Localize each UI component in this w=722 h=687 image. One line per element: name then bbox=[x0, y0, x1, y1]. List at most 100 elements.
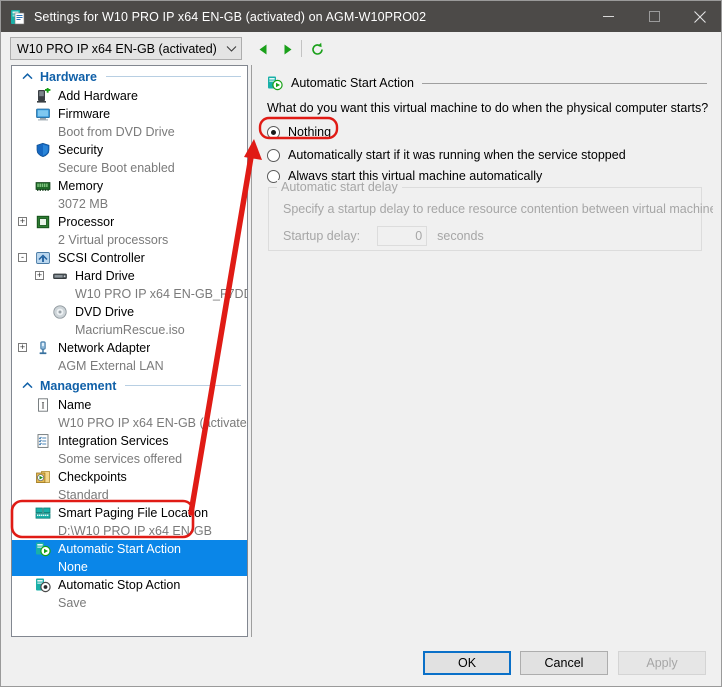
tree-item-subtitle: Save bbox=[58, 596, 87, 610]
minimize-button[interactable] bbox=[585, 1, 631, 32]
tree-item-add-hardware[interactable]: Add Hardware bbox=[12, 87, 247, 105]
tree-item-subtitle: W10 PRO IP x64 EN-GB_F7DD... bbox=[75, 287, 247, 301]
close-button[interactable] bbox=[677, 1, 721, 32]
tree-item-scsi-controller[interactable]: - SCSI Controller bbox=[12, 249, 247, 267]
processor-icon bbox=[35, 214, 51, 230]
tree-item-automatic-start-action[interactable]: Automatic Start Action None bbox=[12, 540, 247, 576]
auto-start-icon bbox=[267, 75, 283, 91]
group-legend: Automatic start delay bbox=[277, 180, 402, 194]
startup-delay-row: Startup delay: 0 seconds bbox=[283, 226, 484, 246]
pane-title-rule bbox=[421, 82, 707, 84]
nav-back-button[interactable] bbox=[253, 39, 273, 59]
toolbar: W10 PRO IP x64 EN-GB (activated) bbox=[1, 32, 721, 65]
delay-description: Specify a startup delay to reduce resour… bbox=[283, 202, 713, 216]
svg-text:I: I bbox=[42, 400, 45, 410]
radio-option-nothing[interactable]: Nothing bbox=[267, 123, 331, 141]
section-header-hardware[interactable]: Hardware bbox=[12, 66, 247, 87]
tree-item-label: Name bbox=[58, 398, 92, 412]
question-label: What do you want this virtual machine to… bbox=[267, 101, 709, 115]
nav-forward-button[interactable] bbox=[277, 39, 297, 59]
hyperv-settings-icon bbox=[10, 9, 26, 25]
tree-item-automatic-stop-action[interactable]: Automatic Stop Action Save bbox=[12, 576, 247, 612]
tree-item-subtitle: None bbox=[58, 560, 88, 574]
tree-item-smart-paging-file-location[interactable]: Smart Paging File Location D:\W10 PRO IP … bbox=[12, 504, 247, 540]
tree-item-label: Processor bbox=[58, 215, 115, 229]
radio-label: Nothing bbox=[288, 125, 332, 139]
tree-item-network-adapter[interactable]: + Network Adapter AGM External LAN bbox=[12, 339, 247, 375]
tree-item-memory[interactable]: Memory 3072 MB bbox=[12, 177, 247, 213]
vm-selector-value: W10 PRO IP x64 EN-GB (activated) bbox=[17, 41, 217, 56]
add-hardware-icon bbox=[35, 87, 51, 104]
tree-item-label: Smart Paging File Location bbox=[58, 506, 209, 520]
tree-item-label: Firmware bbox=[58, 107, 111, 121]
tree-item-label: Memory bbox=[58, 179, 104, 193]
radio-indicator bbox=[267, 148, 280, 162]
section-rule bbox=[105, 76, 241, 77]
dvd-drive-icon bbox=[52, 304, 68, 320]
tree-expander[interactable]: + bbox=[35, 271, 44, 280]
radio-indicator bbox=[267, 125, 280, 139]
pane-title: Automatic Start Action bbox=[291, 76, 414, 90]
refresh-button[interactable] bbox=[307, 39, 327, 59]
tree-item-integration-services[interactable]: Integration Services Some services offere… bbox=[12, 432, 247, 468]
tree-item-label: DVD Drive bbox=[75, 305, 135, 319]
section-title: Hardware bbox=[40, 69, 97, 84]
startup-delay-input[interactable]: 0 bbox=[377, 226, 428, 246]
tree-item-label: Integration Services bbox=[58, 434, 169, 448]
tree-item-subtitle: Boot from DVD Drive bbox=[58, 125, 175, 139]
tree-item-label: Add Hardware bbox=[58, 89, 138, 103]
auto-start-icon bbox=[35, 541, 51, 557]
panel-splitter[interactable] bbox=[250, 65, 256, 637]
network-icon bbox=[35, 340, 51, 356]
tree-expander[interactable]: + bbox=[18, 343, 27, 352]
apply-button: Apply bbox=[618, 651, 706, 675]
tree-item-subtitle: D:\W10 PRO IP x64 EN-GB bbox=[58, 524, 212, 538]
integration-icon bbox=[35, 433, 51, 449]
tree-expander[interactable]: - bbox=[18, 253, 27, 262]
startup-delay-label: Startup delay: bbox=[283, 229, 361, 243]
section-header-management[interactable]: Management bbox=[12, 375, 247, 396]
tree-item-subtitle: 2 Virtual processors bbox=[58, 233, 169, 247]
tree-item-label: SCSI Controller bbox=[58, 251, 145, 265]
automatic-start-delay-group: Automatic start delay Specify a startup … bbox=[268, 180, 713, 251]
tree-item-dvd-drive[interactable]: DVD Drive MacriumRescue.iso bbox=[12, 303, 247, 339]
radio-option-auto-start-if-running[interactable]: Automatically start if it was running wh… bbox=[267, 146, 626, 164]
paging-icon bbox=[35, 505, 51, 521]
hard-drive-icon bbox=[52, 268, 68, 284]
chevron-up-icon[interactable] bbox=[20, 70, 34, 84]
tree-item-subtitle: AGM External LAN bbox=[58, 359, 164, 373]
tree-item-subtitle: Standard bbox=[58, 488, 109, 502]
window-title: Settings for W10 PRO IP x64 EN-GB (activ… bbox=[34, 9, 427, 24]
settings-navigation-tree[interactable]: Hardware Add Hardware Firmware Boot from DV… bbox=[11, 65, 248, 637]
checkpoints-icon bbox=[35, 469, 51, 485]
tree-item-firmware[interactable]: Firmware Boot from DVD Drive bbox=[12, 105, 247, 141]
tree-item-label: Automatic Start Action bbox=[58, 542, 181, 556]
tree-item-subtitle: W10 PRO IP x64 EN-GB (activated) bbox=[58, 416, 247, 430]
tree-item-checkpoints[interactable]: Checkpoints Standard bbox=[12, 468, 247, 504]
tree-item-subtitle: MacriumRescue.iso bbox=[75, 323, 185, 337]
tree-item-label: Hard Drive bbox=[75, 269, 135, 283]
chevron-up-icon[interactable] bbox=[20, 379, 34, 393]
ok-button[interactable]: OK bbox=[423, 651, 511, 675]
tree-item-processor[interactable]: + Processor 2 Virtual processors bbox=[12, 213, 247, 249]
vm-selector-combobox[interactable]: W10 PRO IP x64 EN-GB (activated) bbox=[10, 37, 242, 60]
memory-icon bbox=[35, 178, 51, 194]
pane-header: Automatic Start Action bbox=[267, 74, 707, 92]
startup-delay-unit: seconds bbox=[437, 229, 484, 243]
firmware-icon bbox=[35, 106, 51, 122]
tree-item-security[interactable]: Security Secure Boot enabled bbox=[12, 141, 247, 177]
auto-stop-icon bbox=[35, 577, 51, 593]
cancel-button[interactable]: Cancel bbox=[520, 651, 608, 675]
name-icon: I bbox=[35, 397, 51, 413]
automatic-start-action-pane: Automatic Start Action What do you want … bbox=[257, 65, 713, 637]
tree-item-label: Automatic Stop Action bbox=[58, 578, 181, 592]
tree-item-label: Checkpoints bbox=[58, 470, 127, 484]
tree-item-label: Security bbox=[58, 143, 104, 157]
chevron-down-icon bbox=[221, 45, 241, 53]
section-rule bbox=[125, 385, 241, 386]
tree-item-hard-drive[interactable]: + Hard Drive W10 PRO IP x64 EN-GB_F7DD... bbox=[12, 267, 247, 303]
tree-expander[interactable]: + bbox=[18, 217, 27, 226]
tree-item-label: Network Adapter bbox=[58, 341, 151, 355]
tree-item-name[interactable]: I Name W10 PRO IP x64 EN-GB (activated) bbox=[12, 396, 247, 432]
maximize-button[interactable] bbox=[631, 1, 677, 32]
